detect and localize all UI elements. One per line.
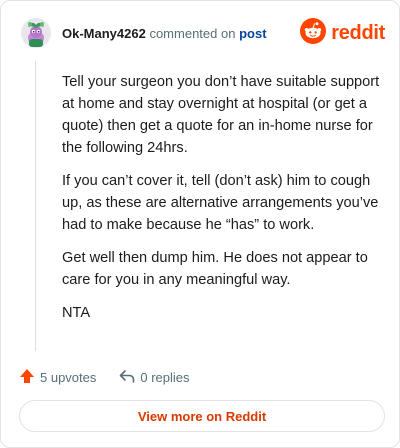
comment-action-text: commented on [149,26,236,41]
comment-header: Ok-Many4262 commented on post reddit [20,17,385,53]
username[interactable]: Ok-Many4262 [62,26,146,41]
reddit-wordmark: reddit [331,21,385,44]
replies-button[interactable]: 0 replies [118,367,190,388]
comment-body: Tell your surgeon you don’t have suitabl… [62,71,384,335]
comment-paragraph: NTA [62,305,91,321]
comment-paragraph: If you can’t cover it, tell (don’t ask) … [62,173,379,233]
post-link[interactable]: post [239,26,266,41]
comment-meta: Ok-Many4262 commented on post [62,26,267,41]
embed-card: Ok-Many4262 commented on post reddit Tel… [0,0,400,448]
thread-line [35,61,36,351]
upvote-button[interactable]: 5 upvotes [18,367,96,388]
comment-paragraph: Get well then dump him. He does not appe… [62,250,368,288]
avatar[interactable] [20,17,52,49]
view-more-button[interactable]: View more on Reddit [19,400,385,432]
reply-icon [118,367,140,388]
comment-paragraph: Tell your surgeon you don’t have suitabl… [62,74,380,156]
reply-count: 0 replies [140,369,190,385]
upvote-icon [18,367,40,388]
upvote-count: 5 upvotes [40,369,97,385]
comment-actions: 5 upvotes 0 replies [18,366,190,388]
reddit-logo-icon [300,17,327,49]
reddit-brand[interactable]: reddit [300,17,385,49]
